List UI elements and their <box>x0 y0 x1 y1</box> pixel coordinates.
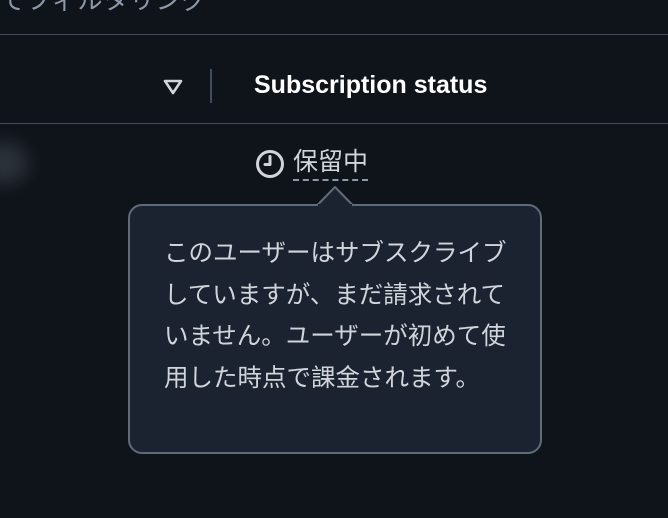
column-header-subscription-status[interactable]: Subscription status <box>254 70 487 100</box>
column-resize-handle[interactable] <box>210 69 212 103</box>
popover-text: このユーザーはサブスクライブしていますが、まだ請求されていません。ユーザーが初め… <box>164 238 507 392</box>
filter-input[interactable]: でフィルタリング <box>0 0 668 35</box>
status-pending-label[interactable]: 保留中 <box>293 146 369 181</box>
filter-placeholder: でフィルタリング <box>0 0 208 15</box>
status-popover: このユーザーはサブスクライブしていますが、まだ請求されていません。ユーザーが初め… <box>128 204 542 454</box>
table-header-row: Subscription status <box>0 34 668 124</box>
blurred-cell-content <box>0 142 28 184</box>
sort-descending-icon[interactable] <box>162 78 184 96</box>
app-root: でフィルタリング Subscription status 保留中 このユーザーは… <box>0 0 668 518</box>
clock-icon <box>256 150 284 178</box>
